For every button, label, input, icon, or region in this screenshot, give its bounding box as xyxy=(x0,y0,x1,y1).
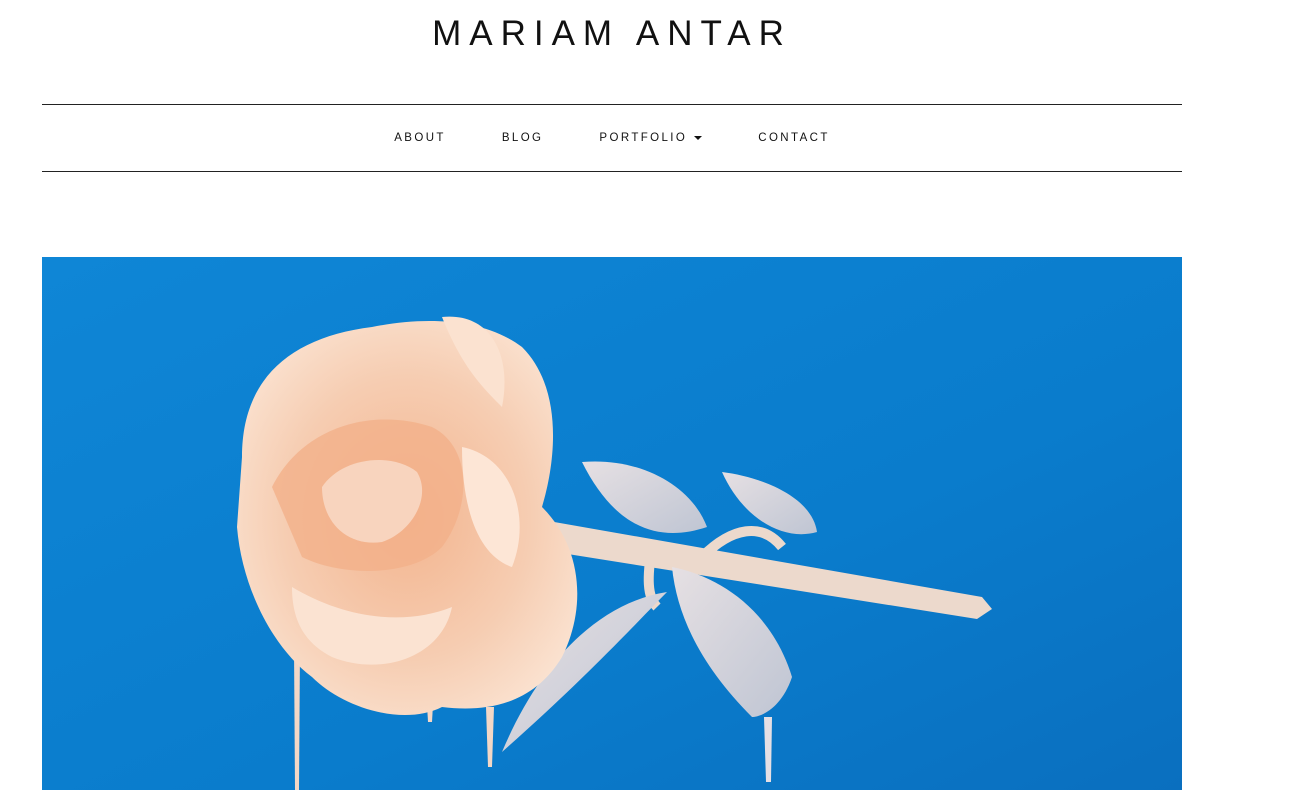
nav-item-contact[interactable]: CONTACT xyxy=(758,132,830,144)
main-nav: ABOUT BLOG PORTFOLIO CONTACT xyxy=(42,104,1182,172)
nav-item-about-label: ABOUT xyxy=(394,132,446,144)
nav-item-about[interactable]: ABOUT xyxy=(394,132,446,144)
page: MARIAM ANTAR ABOUT BLOG PORTFOLIO CONTAC… xyxy=(0,0,1301,790)
nav-item-contact-label: CONTACT xyxy=(758,132,830,144)
site-title[interactable]: MARIAM ANTAR xyxy=(42,12,1182,56)
hero-image xyxy=(42,257,1182,790)
rose-image xyxy=(42,257,1182,790)
nav-item-portfolio-label: PORTFOLIO xyxy=(599,132,688,144)
nav-item-portfolio[interactable]: PORTFOLIO xyxy=(599,132,703,144)
nav-item-blog[interactable]: BLOG xyxy=(502,132,544,144)
caret-down-icon xyxy=(694,136,703,140)
nav-item-blog-label: BLOG xyxy=(501,132,544,144)
